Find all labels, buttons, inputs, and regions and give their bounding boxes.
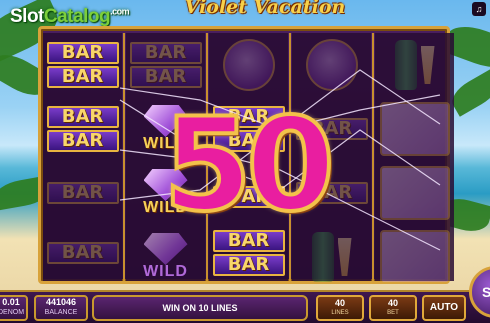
denom-value: 0.01: [2, 297, 20, 307]
balance-label: BALANCE: [44, 309, 78, 316]
win-amount: 50: [161, 91, 337, 240]
bet-label: BET: [387, 310, 399, 316]
bet-button[interactable]: 40 BET: [369, 295, 417, 321]
lines-value: 40: [334, 298, 345, 308]
game-scene: SlotCatalog.com Violet Vacation ♫ BAR BA…: [0, 0, 490, 323]
bet-value: 40: [387, 298, 398, 308]
lines-label: LINES: [331, 310, 349, 316]
denom-box[interactable]: 0.01 DENOM: [0, 295, 28, 321]
denom-label: DENOM: [0, 309, 25, 316]
control-bar: 0.01 DENOM 441046 BALANCE WIN ON 10 LINE…: [0, 290, 490, 323]
auto-button[interactable]: AUTO: [422, 295, 466, 321]
lines-button[interactable]: 40 LINES: [316, 295, 364, 321]
balance-value: 441046: [45, 297, 77, 307]
balance-box: 441046 BALANCE: [34, 295, 88, 321]
status-message: WIN ON 10 LINES: [92, 295, 308, 321]
